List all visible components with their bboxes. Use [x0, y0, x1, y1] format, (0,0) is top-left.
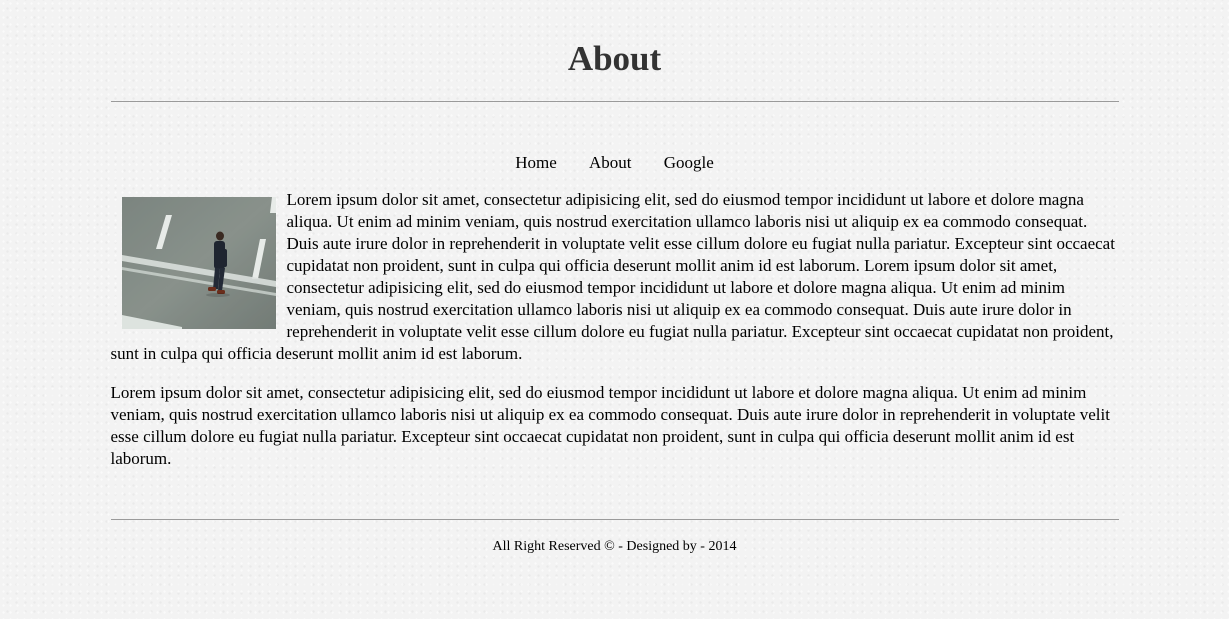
page-container: About Home About Google Lorem ipsum dolo… — [110, 0, 1119, 556]
nav-link-google[interactable]: Google — [664, 152, 714, 174]
content-paragraph: Lorem ipsum dolor sit amet, consectetur … — [110, 383, 1110, 468]
footer-text: All Right Reserved © - Designed by - 201… — [492, 539, 737, 554]
footer-divider — [110, 519, 1119, 520]
nav-link-about[interactable]: About — [589, 152, 632, 174]
street-walker-photo — [121, 197, 276, 329]
nav-link-home[interactable]: Home — [515, 152, 557, 174]
main-nav: Home About Google — [111, 152, 1119, 174]
header-divider — [110, 101, 1119, 102]
page-title: About — [567, 39, 662, 78]
main-content: Lorem ipsum dolor sit amet, consectetur … — [111, 189, 1119, 470]
